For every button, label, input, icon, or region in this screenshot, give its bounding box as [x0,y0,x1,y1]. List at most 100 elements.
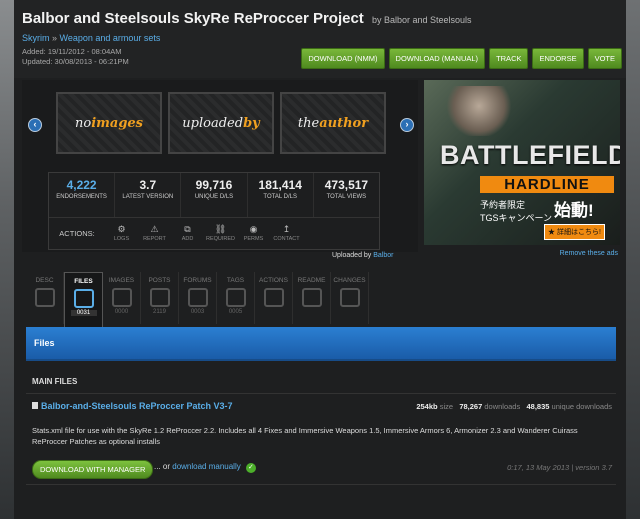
background-right [626,0,640,519]
actions-label: ACTIONS: [59,228,95,238]
stat-unique-downloads: 99,716 UNIQUE D/LS [181,173,248,217]
tab-label: FORUMS [183,277,212,284]
feature-panel: ‹ › no images uploaded by the author 4,222 E… [22,80,418,252]
endorse-button[interactable]: ENDORSE [532,48,584,69]
stat-value: 3.7 [139,178,157,192]
tab-images[interactable]: IMAGES 0000 [103,272,141,324]
tab-count: 0031 [70,310,97,316]
image-icon [111,288,132,307]
download-manual-button[interactable]: DOWNLOAD (MANUAL) [388,48,486,69]
action-add[interactable]: ⧉ ADD [171,224,204,242]
mod-dates: Added: 19/11/2012 - 08:04AM Updated: 30/… [22,47,129,67]
permissions-icon: ◉ [249,224,258,234]
file-downloads: 78,267 [459,402,483,411]
file-unique-label: unique downloads [551,402,612,411]
action-label: ADD [181,236,194,242]
stat-total-views: 473,517 TOTAL VIEWS [314,173,379,217]
page-title: Balbor and Steelsouls SkyRe ReProccer Pr… [22,10,472,27]
tab-actions[interactable]: ACTIONS [255,272,293,324]
file-icon [32,402,38,409]
uploaded-by: Uploaded by Balbor [332,252,394,259]
track-button[interactable]: TRACK [489,48,529,69]
added-date: Added: 19/11/2012 - 08:04AM [22,47,122,56]
tab-label: ACTIONS [259,277,288,284]
thumbnail-uploaded-by[interactable]: uploaded by [168,92,274,154]
breadcrumb-separator: » [52,33,58,43]
tab-label: CHANGES [333,277,366,284]
file-name[interactable]: Balbor-and-Steelsouls ReProccer Patch V3… [32,401,233,411]
breadcrumb-game[interactable]: Skyrim [22,33,50,43]
file-size-label: size [439,402,454,411]
tab-label: POSTS [148,277,171,284]
uploader-link[interactable]: Balbor [373,252,393,259]
prev-arrow-icon[interactable]: ‹ [28,118,42,132]
download-manually-link[interactable]: download manually [172,462,241,471]
ad-jp-line2: TGSキャンペーン [480,213,553,223]
breadcrumb: Skyrim » Weapon and armour sets [22,33,160,43]
updated-date: Updated: 30/08/2013 - 06:21PM [22,57,129,66]
tab-changes[interactable]: CHANGES [331,272,369,324]
breadcrumb-category[interactable]: Weapon and armour sets [60,33,161,43]
tab-label: IMAGES [108,277,135,284]
file-version-info: 0:17, 13 May 2013 | version 3.7 [507,463,612,472]
action-label: REQUIRED [205,236,236,242]
speech-bubble-icon [149,288,170,307]
thumb-text: no [75,115,92,131]
mod-author: by Balbor and Steelsouls [371,15,472,25]
tab-tags[interactable]: TAGS 0005 [217,272,255,324]
files-bar-title: Files [34,338,55,348]
tab-readme[interactable]: README [293,272,331,324]
add-icon: ⧉ [184,224,191,234]
stat-value: 473,517 [324,178,369,192]
action-report[interactable]: ⚠ REPORT [138,224,171,242]
actions-row: ACTIONS: ⚙ LOGS ⚠ REPORT ⧉ ADD ⛓ REQUIRED ◉ P… [49,218,379,248]
divider [26,393,616,394]
tab-desc[interactable]: DESC [26,272,64,324]
advertisement[interactable]: BATTLEFIELD HARDLINE 予約者限定 TGSキャンペーン 始動! … [424,80,620,245]
ad-artwork [444,86,514,136]
folder-icon [73,289,94,308]
mod-header: Balbor and Steelsouls SkyRe ReProccer Pr… [14,0,626,78]
action-contact[interactable]: ↥ CONTACT [270,224,303,242]
thumbnail-the-author[interactable]: the author [280,92,386,154]
vote-button[interactable]: VOTE [587,48,622,69]
tab-count: 0003 [190,309,205,315]
tab-count: 0005 [228,309,243,315]
action-logs[interactable]: ⚙ LOGS [105,224,138,242]
tag-icon [225,288,246,307]
stat-value: 99,716 [195,178,233,192]
ad-details-button[interactable]: ★ 詳細はこちら! [544,224,605,240]
image-thumbnails: no images uploaded by the author [56,92,386,154]
remove-ads-link[interactable]: Remove these ads [560,250,618,257]
action-required[interactable]: ⛓ REQUIRED [204,224,237,242]
download-with-manager-button[interactable]: DOWNLOAD WITH MANAGER [32,460,154,479]
tab-count: 2119 [153,309,166,315]
or-text: ... or [154,462,171,471]
action-label: LOGS [113,236,130,242]
tab-label: TAGS [226,277,245,284]
file-description: Stats.xml file for use with the SkyRe 1.… [32,426,578,446]
stats-row: 4,222 ENDORSEMENTS 3.7 LATEST VERSION 99,7… [49,173,379,218]
tab-label: FILES [74,278,93,285]
tab-label: DESC [35,277,54,284]
next-arrow-icon[interactable]: › [400,118,414,132]
thumb-text-bold: by [243,115,260,131]
changes-icon [339,288,360,307]
warning-icon: ⚠ [150,224,159,234]
ad-jp-headline: 始動! [554,201,594,220]
action-perms[interactable]: ◉ PERMS [237,224,270,242]
header-buttons: DOWNLOAD (NMM) DOWNLOAD (MANUAL) TRACK E… [301,48,622,69]
tab-count: 0000 [114,309,129,315]
download-nmm-button[interactable]: DOWNLOAD (NMM) [301,48,385,69]
stat-label: UNIQUE D/LS [194,194,234,200]
stat-latest-version: 3.7 LATEST VERSION [115,173,182,217]
file-downloads-label: downloads [484,402,521,411]
tab-posts[interactable]: POSTS 2119 [141,272,179,324]
tab-files[interactable]: FILES 0031 [64,272,103,327]
stat-label: TOTAL VIEWS [326,194,367,200]
tab-forums[interactable]: FORUMS 0003 [179,272,217,324]
ad-jp-text: 予約者限定 TGSキャンペーン [480,198,552,224]
link-icon: ⛓ [214,224,227,234]
thumbnail-no-images[interactable]: no images [56,92,162,154]
action-label: REPORT [143,236,166,242]
